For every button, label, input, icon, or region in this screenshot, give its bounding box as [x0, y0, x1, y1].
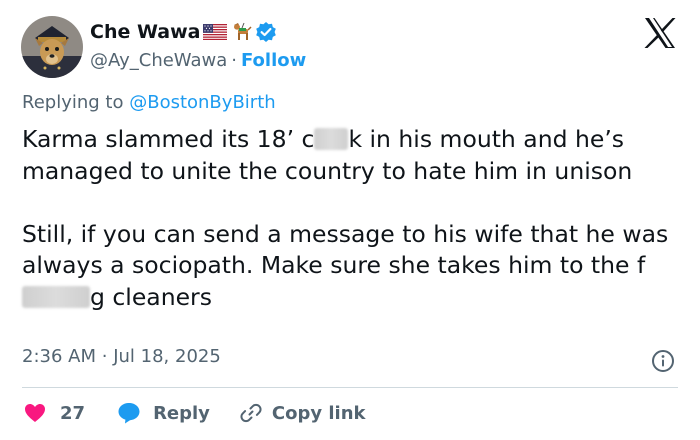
link-icon	[240, 403, 262, 423]
author-handle[interactable]: @Ay_CheWawa	[90, 50, 227, 71]
like-count: 27	[60, 402, 86, 424]
tweet-p1-part1: Karma slammed its 18’ c	[22, 125, 315, 153]
author-name-row: Che Wawa	[90, 19, 306, 45]
timestamp-time: 2:36 AM	[22, 346, 96, 367]
copy-link-label: Copy link	[271, 402, 366, 424]
timestamp-date: Jul 18, 2025	[113, 346, 221, 367]
censor-blur	[314, 128, 349, 150]
handle-row: @Ay_CheWawa · Follow	[90, 47, 306, 73]
copy-link-button[interactable]: Copy link	[240, 402, 366, 424]
follow-button[interactable]: Follow	[241, 50, 306, 71]
info-icon[interactable]	[651, 349, 675, 373]
censor-blur	[22, 285, 90, 308]
author-info: Che Wawa @Ay_CheWawa · Follow	[90, 19, 306, 73]
divider	[22, 387, 678, 388]
x-logo-icon[interactable]	[643, 17, 677, 49]
heart-icon	[25, 404, 45, 422]
verified-badge-icon[interactable]	[255, 21, 277, 43]
like-button[interactable]: 27	[24, 403, 85, 424]
avatar-image	[21, 16, 83, 78]
tweet-text: Karma slammed its 18’ ck in his mouth an…	[22, 124, 687, 313]
timestamp[interactable]: 2:36 AM · Jul 18, 2025	[22, 346, 221, 367]
author-name[interactable]: Che Wawa	[90, 21, 200, 43]
guide-dog-icon	[230, 21, 252, 43]
us-flag-icon	[203, 24, 228, 40]
reply-bubble-icon	[118, 403, 140, 424]
replying-to: Replying to @BostonByBirth	[22, 92, 276, 113]
timestamp-separator: ·	[101, 346, 108, 367]
tweet-p2-part1: Still, if you can send a message to his …	[22, 219, 669, 280]
avatar[interactable]	[21, 16, 83, 78]
handle-separator: ·	[231, 49, 237, 71]
tweet-paragraph-1: Karma slammed its 18’ ck in his mouth an…	[22, 124, 687, 187]
tweet-paragraph-2: Still, if you can send a message to his …	[22, 219, 687, 314]
reply-label: Reply	[153, 402, 210, 424]
replying-prefix: Replying to	[22, 92, 124, 113]
tweet-p2-part2: g cleaners	[90, 282, 212, 311]
reply-button[interactable]: Reply	[117, 402, 210, 424]
reply-mention-link[interactable]: @BostonByBirth	[129, 92, 275, 113]
action-bar: 27 Reply Copy link	[24, 400, 366, 426]
